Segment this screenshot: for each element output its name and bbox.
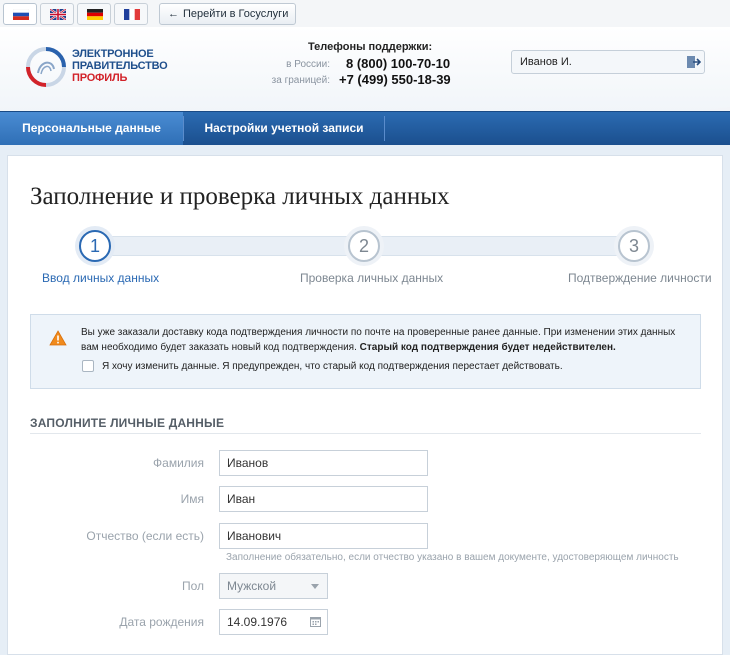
logout-icon[interactable] (685, 54, 701, 70)
gender-select[interactable]: Мужской (219, 573, 328, 599)
warning-text-bold: Старый код подтверждения будет недействи… (359, 342, 616, 353)
logo-text[interactable]: ЭЛЕКТРОННОЕ ПРАВИТЕЛЬСТВО ПРОФИЛЬ (72, 48, 168, 84)
go-to-gosuslugi-label: Перейти в Госуслуги (183, 8, 289, 20)
user-name: Иванов И. (520, 56, 572, 68)
surname-label: Фамилия (153, 456, 204, 470)
russian-flag-icon (13, 9, 29, 20)
surname-input[interactable]: Иванов (219, 450, 428, 476)
step-2-circle: 2 (348, 230, 380, 262)
language-bar: ← Перейти в Госуслуги (0, 0, 730, 28)
step-3-label: Подтверждение личности (568, 271, 712, 285)
name-input[interactable]: Иван (219, 486, 428, 512)
logo-emblem-icon (26, 47, 66, 87)
nav-separator (384, 116, 385, 141)
step-2-label: Проверка личных данных (300, 271, 444, 285)
section-title: ЗАПОЛНИТЕ ЛИЧНЫЕ ДАННЫЕ (30, 416, 225, 430)
french-flag-icon (124, 9, 140, 20)
change-data-checkbox[interactable] (82, 360, 94, 372)
tab-personal-data[interactable]: Персональные данные (0, 112, 183, 145)
user-menu[interactable]: Иванов И. (511, 50, 705, 74)
page-title: Заполнение и проверка личных данных (30, 183, 450, 210)
language-en-button[interactable] (40, 3, 74, 25)
phone-abroad-number: +7 (499) 550-18-39 (339, 72, 451, 87)
phones-title: Телефоны поддержки: (308, 41, 433, 53)
patronymic-input[interactable]: Иванович (219, 523, 428, 549)
gender-label: Пол (181, 579, 204, 593)
language-fr-button[interactable] (114, 3, 148, 25)
section-divider (30, 433, 701, 434)
language-ru-button[interactable] (3, 3, 37, 25)
step-1-label: Ввод личных данных (42, 271, 160, 285)
phone-russia-label: в России: (286, 59, 330, 70)
warning-icon (49, 330, 67, 346)
main-nav: Персональные данные Настройки учетной за… (0, 111, 730, 145)
go-to-gosuslugi-button[interactable]: ← Перейти в Госуслуги (159, 3, 296, 25)
step-1-circle: 1 (79, 230, 111, 262)
language-de-button[interactable] (77, 3, 111, 25)
logo-line-3: ПРОФИЛЬ (72, 72, 128, 84)
logo-line-1: ЭЛЕКТРОННОЕ (72, 48, 154, 60)
name-label: Имя (180, 492, 204, 506)
patronymic-hint: Заполнение обязательно, если отчество ук… (226, 552, 679, 563)
step-3-circle: 3 (618, 230, 650, 262)
birthdate-label: Дата рождения (119, 615, 204, 629)
birthdate-input[interactable]: 14.09.1976 (219, 609, 328, 635)
logo-line-2: ПРАВИТЕЛЬСТВО (72, 60, 168, 72)
phone-abroad-label: за границей: (271, 75, 330, 86)
patronymic-label: Отчество (если есть) (86, 529, 204, 543)
warning-text: Вы уже заказали доставку кода подтвержде… (81, 325, 681, 355)
german-flag-icon (87, 9, 103, 20)
birthdate-value: 14.09.1976 (227, 615, 288, 629)
chevron-down-icon (311, 584, 319, 589)
phone-russia-number: 8 (800) 100-70-10 (346, 56, 451, 71)
change-data-checkbox-label[interactable]: Я хочу изменить данные. Я предупрежден, … (102, 361, 563, 372)
tab-account-settings[interactable]: Настройки учетной записи (184, 112, 384, 145)
gender-select-value: Мужской (227, 579, 277, 593)
calendar-icon[interactable] (310, 616, 321, 627)
uk-flag-icon (50, 9, 66, 20)
arrow-left-icon: ← (168, 8, 179, 20)
warning-alert: Вы уже заказали доставку кода подтвержде… (30, 314, 701, 389)
